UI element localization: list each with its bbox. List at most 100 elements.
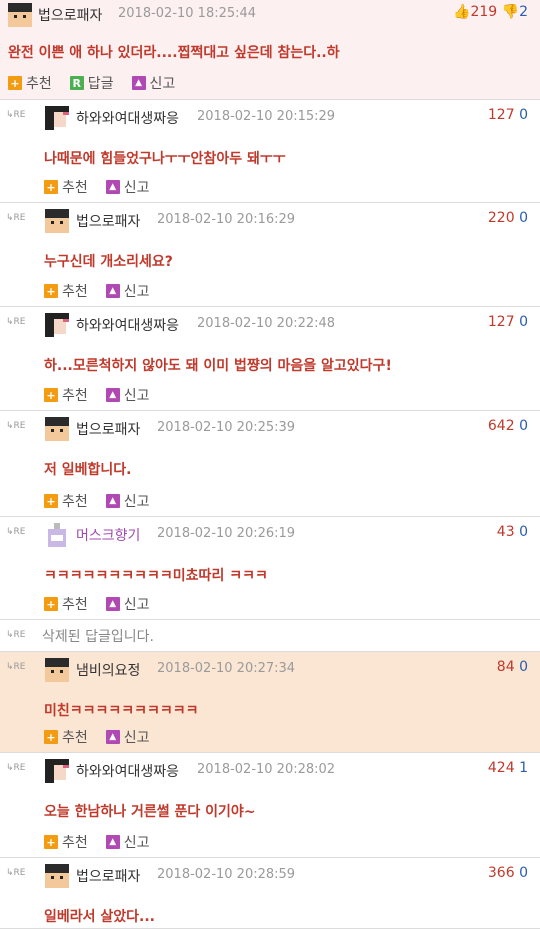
author-name[interactable]: 하와와여대생짜응 [76, 761, 179, 781]
post-actions: + 추천 R 답글 ▲ 신고 [8, 73, 193, 93]
author-name[interactable]: 법으로패자 [38, 5, 102, 25]
plus-icon: + [44, 835, 58, 849]
upvote-count: 43 [496, 524, 515, 540]
reply-arrow-icon: ↳RE [6, 213, 26, 223]
vote-score: 220 0 [488, 210, 528, 226]
report-button[interactable]: ▲ 신고 [131, 73, 175, 93]
report-icon: ▲ [105, 835, 120, 849]
report-button[interactable]: ▲ 신고 [105, 832, 150, 852]
pixel-avatar-icon [45, 658, 69, 682]
downvote-count: 0 [519, 107, 528, 123]
comment-date: 2018-02-10 20:26:19 [157, 526, 296, 541]
downvote-count: 0 [519, 524, 528, 540]
comment-actions: + 추천 ▲ 신고 [44, 177, 168, 197]
plus-icon: + [44, 180, 58, 194]
recommend-button[interactable]: + 추천 [44, 832, 88, 852]
reply-arrow-icon: ↳RE [6, 763, 26, 773]
pixel-avatar-icon [45, 759, 69, 783]
report-button[interactable]: ▲ 신고 [105, 177, 150, 197]
author-name[interactable]: 하와와여대생짜응 [76, 108, 179, 128]
author-name[interactable]: 법으로패자 [76, 211, 140, 231]
comment: ↳RE 법으로패자 2018-02-10 20:25:39 642 0 저 일베… [0, 411, 540, 517]
reply-button[interactable]: R 답글 [69, 73, 114, 93]
recommend-button[interactable]: + 추천 [44, 727, 88, 747]
comment-body: ㅋㅋㅋㅋㅋㅋㅋㅋㅋㅋ미쵸따리 ㅋㅋㅋ [44, 568, 268, 584]
upvote-count: 220 [487, 210, 515, 226]
recommend-button[interactable]: + 추천 [44, 385, 88, 405]
reply-arrow-icon: ↳RE [6, 317, 26, 327]
report-icon: ▲ [105, 388, 120, 402]
original-post: 법으로패자 2018-02-10 18:25:44 👍219 👎2 완전 이쁜 … [0, 0, 540, 100]
comment-body: 저 일베합니다. [44, 462, 132, 478]
recommend-button[interactable]: + 추천 [44, 281, 88, 301]
comment-actions: + 추천 ▲ 신고 [44, 491, 168, 511]
downvote-count: 0 [519, 314, 528, 330]
author-name[interactable]: 머스크향기 [76, 525, 140, 545]
pixel-avatar-icon [45, 523, 69, 547]
vote-score: 👍219 👎2 [453, 4, 528, 20]
comment-date: 2018-02-10 20:27:34 [157, 661, 296, 676]
report-button[interactable]: ▲ 신고 [105, 281, 150, 301]
recommend-button[interactable]: + 추천 [44, 594, 88, 614]
comment: ↳RE 하와와여대생짜응 2018-02-10 20:28:02 424 1 오… [0, 753, 540, 858]
plus-icon: + [44, 284, 58, 298]
downvote-count: 0 [519, 418, 528, 434]
author-name[interactable]: 법으로패자 [76, 419, 140, 439]
vote-score: 366 0 [488, 865, 528, 881]
comment-date: 2018-02-10 20:28:02 [197, 762, 336, 777]
report-button[interactable]: ▲ 신고 [105, 727, 150, 747]
upvote-count: 127 [487, 314, 515, 330]
comment-date: 2018-02-10 20:28:59 [157, 867, 296, 882]
thumbs-up-icon[interactable]: 👍 [453, 4, 470, 20]
recommend-button[interactable]: + 추천 [44, 177, 88, 197]
comment: ↳RE 머스크향기 2018-02-10 20:26:19 43 0 ㅋㅋㅋㅋㅋ… [0, 517, 540, 620]
comment-thread: 법으로패자 2018-02-10 18:25:44 👍219 👎2 완전 이쁜 … [0, 0, 540, 929]
report-button[interactable]: ▲ 신고 [105, 385, 150, 405]
comment: ↳RE 법으로패자 2018-02-10 20:16:29 220 0 누구신데… [0, 203, 540, 307]
report-icon: ▲ [105, 284, 120, 298]
vote-score: 424 1 [488, 760, 528, 776]
recommend-button[interactable]: + 추천 [44, 491, 88, 511]
vote-score: 43 0 [497, 524, 528, 540]
upvote-count: 642 [487, 418, 515, 434]
comment-actions: + 추천 ▲ 신고 [44, 727, 168, 747]
deleted-comment: ↳RE 삭제된 답글입니다. [0, 620, 540, 652]
comment-date: 2018-02-10 20:25:39 [157, 420, 296, 435]
comment-date: 2018-02-10 20:15:29 [197, 109, 336, 124]
reply-arrow-icon: ↳RE [6, 662, 26, 672]
comment-body: 하...모른척하지 않아도 돼 이미 법쨩의 마음을 알고있다구! [44, 358, 392, 374]
pixel-avatar-icon [8, 3, 32, 27]
author-name[interactable]: 하와와여대생짜응 [76, 315, 179, 335]
vote-score: 84 0 [497, 659, 528, 675]
comment-actions: + 추천 ▲ 신고 [44, 281, 168, 301]
vote-score: 127 0 [488, 107, 528, 123]
upvote-count: 127 [487, 107, 515, 123]
recommend-button[interactable]: + 추천 [8, 73, 52, 93]
reply-icon: R [69, 76, 84, 90]
vote-score: 642 0 [488, 418, 528, 434]
reply-arrow-icon: ↳RE [6, 421, 26, 431]
comment-actions: + 추천 ▲ 신고 [44, 832, 168, 852]
comment-date: 2018-02-10 20:16:29 [157, 212, 296, 227]
vote-score: 127 0 [488, 314, 528, 330]
pixel-avatar-icon [45, 417, 69, 441]
upvote-count: 424 [487, 760, 515, 776]
comment: ↳RE 법으로패자 2018-02-10 20:28:59 366 0 일베라서… [0, 858, 540, 929]
upvote-count: 366 [487, 865, 515, 881]
comment-actions: + 추천 ▲ 신고 [44, 594, 168, 614]
report-button[interactable]: ▲ 신고 [105, 594, 150, 614]
author-name[interactable]: 냄비의요정 [76, 660, 140, 680]
post-date: 2018-02-10 18:25:44 [118, 6, 257, 21]
comment-body: 일베라서 살았다... [44, 909, 155, 925]
report-button[interactable]: ▲ 신고 [105, 491, 150, 511]
pixel-avatar-icon [45, 864, 69, 888]
plus-icon: + [44, 730, 58, 744]
downvote-count: 0 [519, 210, 528, 226]
author-name[interactable]: 법으로패자 [76, 866, 140, 886]
upvote-count: 219 [470, 4, 498, 20]
thumbs-down-icon[interactable]: 👎 [502, 4, 519, 20]
plus-icon: + [44, 597, 58, 611]
deleted-notice: 삭제된 답글입니다. [42, 629, 154, 645]
plus-icon: + [8, 76, 22, 90]
reply-arrow-icon: ↳RE [6, 868, 26, 878]
